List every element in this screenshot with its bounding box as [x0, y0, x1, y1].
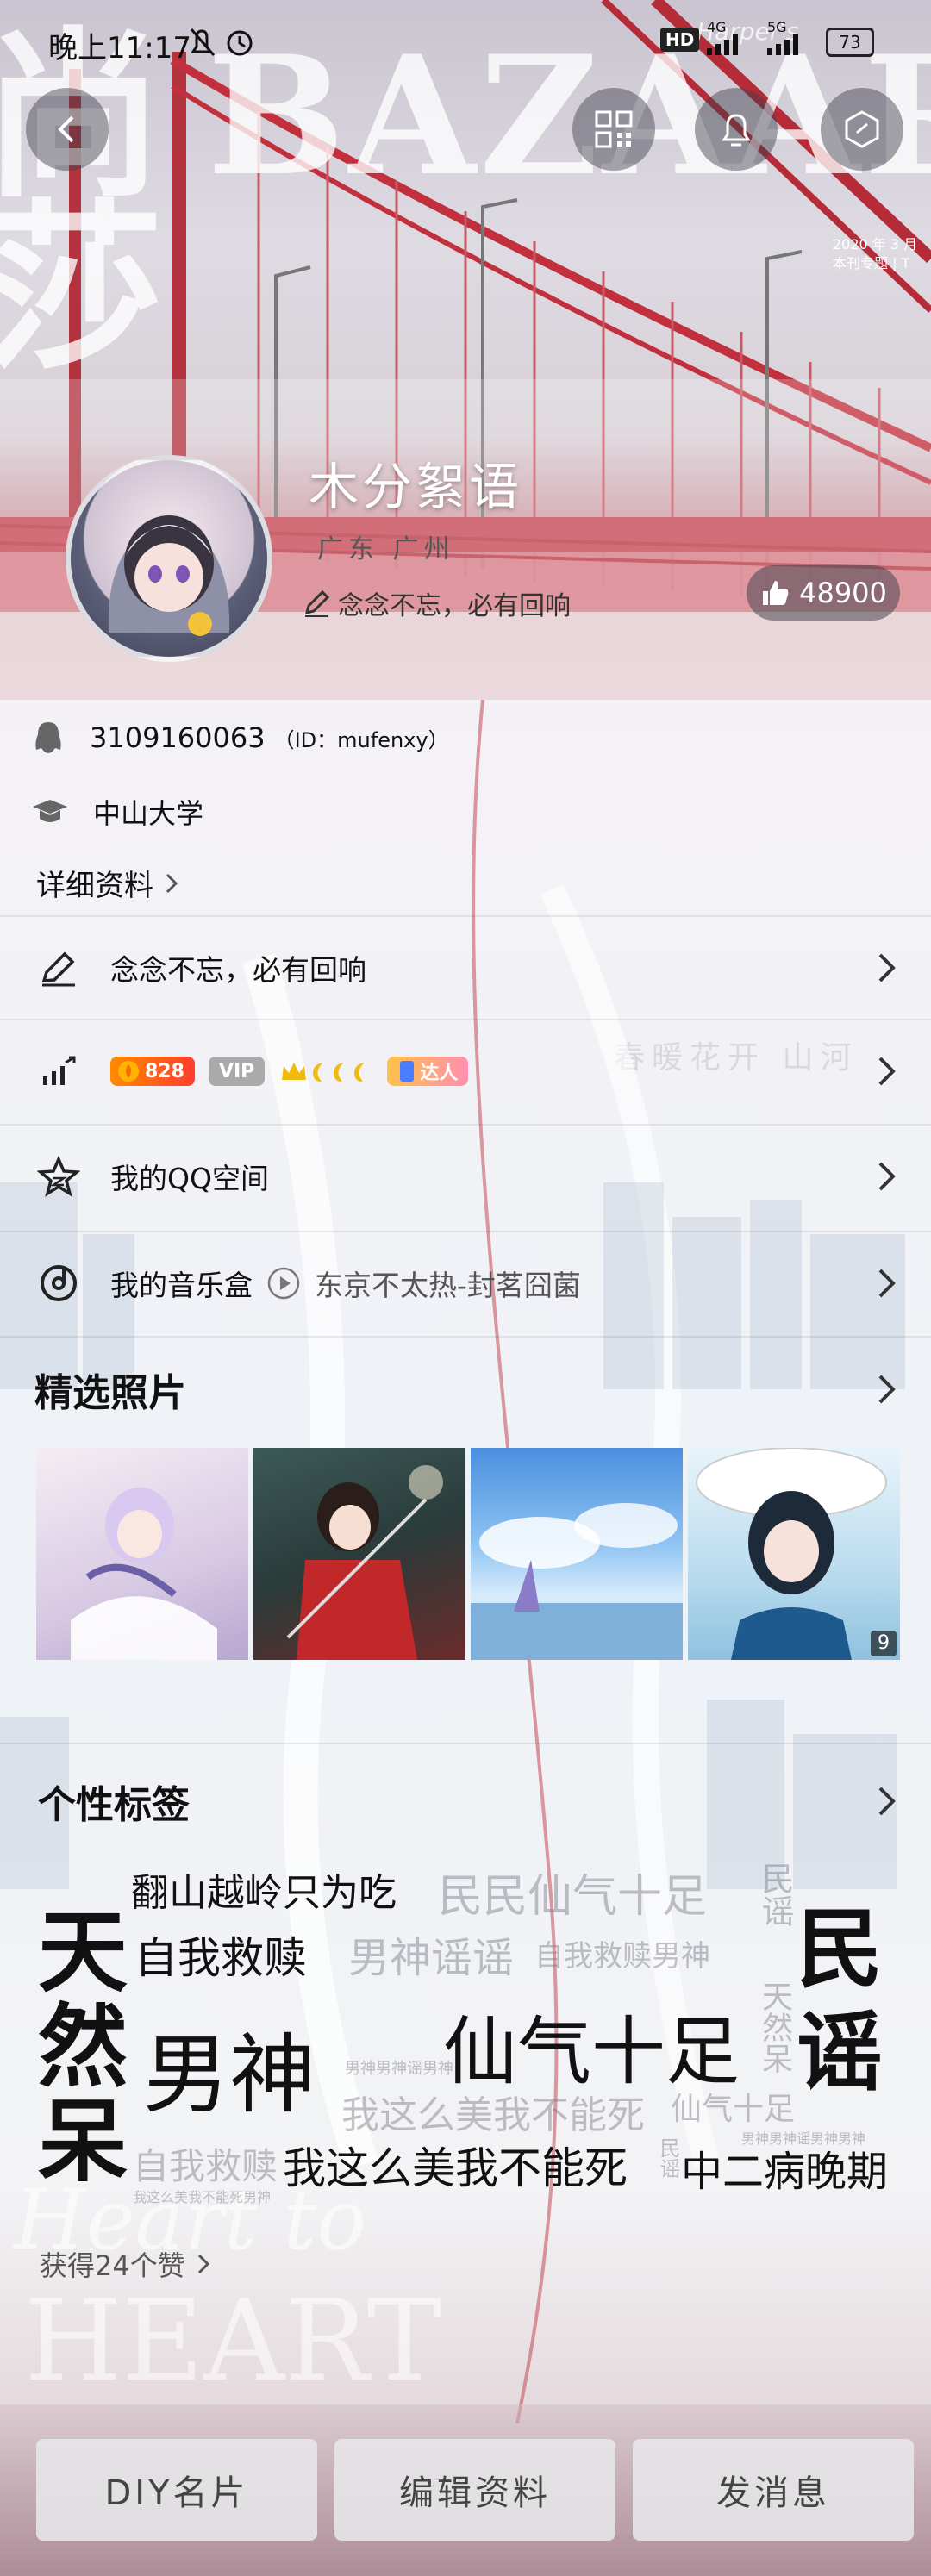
qzone-label: 我的QQ空间 — [110, 1162, 269, 1195]
detail-info-label: 详细资料 — [36, 869, 153, 903]
tag-item: 自我救赎 — [134, 1933, 307, 1983]
likes-button[interactable]: 48900 — [747, 565, 900, 621]
edit-profile-button[interactable]: 编辑资料 — [334, 2439, 615, 2541]
level-badge: 828 — [110, 1057, 195, 1086]
tag-item: 民谣 — [656, 2137, 680, 2179]
detail-info-link[interactable]: 详细资料 — [36, 862, 181, 904]
divider — [0, 1743, 931, 1744]
tag-item: 我这么美我不能死 — [341, 2093, 645, 2137]
music-box-label: 我的音乐盒 — [110, 1269, 253, 1302]
tag-item: 自我救赎男神 — [534, 1939, 710, 1974]
tags-title: 个性标签 — [38, 1783, 190, 1827]
qq-number-row: 3109160063 （ID：mufenxy） — [31, 712, 449, 764]
chevron-right-icon — [166, 873, 178, 893]
tag-item: 我这么美我不能死男神 — [133, 2189, 272, 2205]
tag-item: 谣 — [797, 2001, 883, 2103]
tag-item: 男神男神谣男神男神 — [741, 2130, 866, 2147]
talent-badge: 达人 — [387, 1057, 469, 1086]
bell-icon — [722, 114, 751, 147]
photo-1[interactable] — [36, 1448, 248, 1660]
pen-icon — [304, 589, 330, 617]
music-song: 东京不太热-封茗囧菌 — [315, 1269, 581, 1302]
send-message-button[interactable]: 发消息 — [633, 2439, 914, 2541]
edit-icon — [33, 948, 84, 988]
tag-item: 仙气十足 — [671, 2092, 796, 2127]
tag-item: 我这么美我不能死 — [283, 2143, 628, 2193]
photos-header[interactable]: 精选照片 — [0, 1338, 931, 1441]
chevron-right-icon — [878, 953, 896, 982]
tag-item: 男神 — [143, 2024, 316, 2125]
qr-code-button[interactable] — [572, 88, 655, 171]
play-icon[interactable] — [266, 1266, 301, 1300]
tag-cloud[interactable]: 翻山越岭只为吃 民民仙气十足 民谣 自我救赎 男神谣谣 自我救赎男神 天 然 呆… — [0, 1853, 931, 2205]
hexagon-settings-icon — [845, 110, 879, 148]
chevron-right-icon — [878, 1787, 896, 1816]
tag-likes-text: 获得24个赞 — [40, 2249, 185, 2282]
qr-code-icon — [595, 110, 633, 148]
signature-row[interactable]: 念念不忘，必有回响 — [0, 917, 931, 1019]
level-crowns-icon — [282, 1063, 366, 1082]
star-icon — [33, 1156, 84, 1197]
avatar-character — [108, 515, 230, 636]
thumbs-up-icon — [763, 581, 789, 605]
school-name: 中山大学 — [93, 797, 204, 830]
chevron-right-icon — [878, 1057, 896, 1086]
tag-likes-link[interactable]: 获得24个赞 — [40, 2244, 211, 2284]
profile-location: 广东 广州 — [317, 534, 455, 564]
qq-number: 3109160063 — [90, 721, 266, 754]
tag-item: 民谣 — [756, 1862, 794, 1927]
photos-title: 精选照片 — [34, 1371, 186, 1415]
photo-4[interactable]: 9 — [688, 1448, 900, 1660]
tag-item: 自我救赎 — [133, 2145, 278, 2187]
photo-count-badge: 9 — [871, 1631, 897, 1656]
graduation-cap-icon — [33, 800, 67, 822]
tag-item: 仙气十足 — [443, 2009, 740, 2095]
photo-3[interactable] — [471, 1448, 683, 1660]
notification-button[interactable] — [695, 88, 778, 171]
status-time: 晚上11:17 — [48, 31, 191, 65]
tag-item: 男神谣谣 — [348, 1934, 515, 1982]
back-icon — [58, 115, 74, 143]
signal-icon — [707, 34, 738, 55]
qzone-row[interactable]: 我的QQ空间 — [0, 1126, 931, 1227]
avatar[interactable] — [66, 455, 272, 662]
chevron-right-icon — [197, 2254, 209, 2274]
flame-icon — [118, 1061, 139, 1082]
tag-item: 翻山越岭只为吃 — [131, 1871, 397, 1915]
penguin-icon — [35, 722, 61, 753]
tag-item: 呆 — [38, 2088, 128, 2194]
diy-card-button[interactable]: DIY名片 — [36, 2439, 317, 2541]
chevron-right-icon — [878, 1269, 896, 1298]
vip-badge: VIP — [208, 1057, 266, 1086]
school-row: 中山大学 — [31, 786, 203, 838]
music-box-row[interactable]: 我的音乐盒 东京不太热-封茗囧菌 — [0, 1232, 931, 1334]
signature-text: 念念不忘，必有回响 — [338, 591, 571, 621]
tags-header[interactable]: 个性标签 — [0, 1750, 931, 1853]
profile-signature[interactable]: 念念不忘，必有回响 — [302, 584, 571, 622]
music-disc-icon — [33, 1263, 84, 1304]
back-button[interactable] — [26, 88, 109, 171]
status-bar: 晚上11:17 HD 4G 5G 73 — [0, 0, 931, 83]
tag-item: 天然呆 — [757, 1980, 792, 2074]
magazine-char-left2: 莎 — [0, 182, 165, 395]
settings-button[interactable] — [821, 88, 903, 171]
phone-icon — [400, 1061, 415, 1082]
photo-2[interactable] — [253, 1448, 466, 1660]
magazine-note: 本刊专题 | T — [833, 255, 910, 271]
tag-item: 民民仙气十足 — [438, 1871, 708, 1923]
level-trend-icon — [33, 1054, 84, 1088]
likes-count: 48900 — [799, 577, 887, 609]
battery-indicator: 73 — [826, 28, 874, 57]
signature-row-text: 念念不忘，必有回响 — [110, 953, 366, 987]
magazine-year: 2020 年 3 月 — [833, 236, 918, 253]
level-row[interactable]: 828 VIP 达人 — [0, 1020, 931, 1122]
tag-item: 男神男神谣男神 — [345, 2060, 453, 2078]
hd-badge: HD — [660, 28, 700, 52]
mute-alarm-icons — [190, 28, 253, 56]
profile-name: 木分絮语 — [309, 458, 523, 516]
signal-icon-2 — [767, 34, 798, 55]
chevron-right-icon — [878, 1162, 896, 1191]
chevron-right-icon — [878, 1375, 896, 1404]
qq-id: （ID：mufenxy） — [273, 728, 449, 752]
